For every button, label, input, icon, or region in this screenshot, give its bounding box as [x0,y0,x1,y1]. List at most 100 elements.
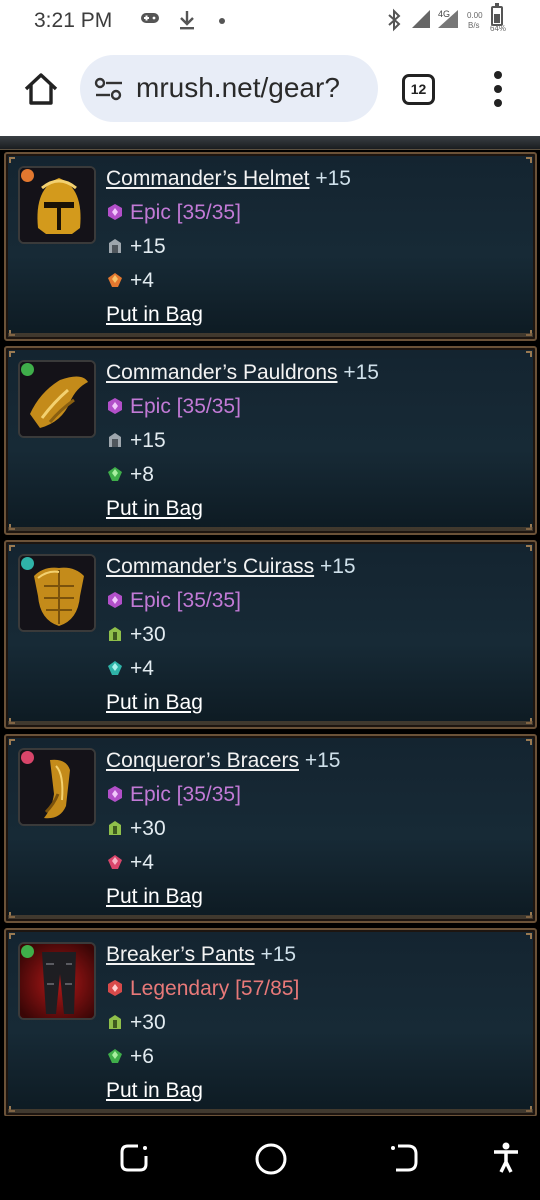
item-name-link[interactable]: Commander’s Cuirass [106,555,314,578]
speed-value: 0.00 [467,11,483,20]
tab-switcher-icon[interactable]: 12 [402,74,435,105]
pink-gem-icon [108,855,122,869]
rarity-text: Epic [35/35] [130,395,241,418]
bluetooth-icon [386,8,402,37]
item-stat: +15 [106,230,527,264]
green-gem-icon [108,1049,122,1063]
rarity-epic-icon [108,398,122,414]
network-type: 4G [438,9,451,19]
rarity-epic-icon [108,204,122,220]
gear-page: Commander’s Helmet +15 Epic [35/35] +15 … [0,136,540,1116]
put-in-bag-button[interactable]: Put in Bag [106,1079,203,1102]
item-title: Conqueror’s Bracers +15 [106,744,527,778]
orange-gem-icon [108,273,122,287]
rarity-epic-icon [108,786,122,802]
gem-badge-icon [21,751,34,764]
put-in-bag-button[interactable]: Put in Bag [106,303,203,326]
address-bar[interactable]: mrush.net/gear? [80,55,378,122]
green-gem-icon [108,467,122,481]
speed-unit: B/s [468,21,480,30]
status-bar: 3:21 PM 4G 0.00 B/s 64% [0,0,540,42]
item-level: +15 [343,361,379,384]
gear-card: Breaker’s Pants +15 Legendary [57/85] +3… [4,928,537,1116]
gear-card: Conqueror’s Bracers +15 Epic [35/35] +30… [4,734,537,923]
item-title: Breaker’s Pants +15 [106,938,527,972]
put-in-bag-link: Put in Bag [106,686,527,720]
golden-cuirass-icon[interactable] [18,554,96,632]
item-stat: +30 [106,812,527,846]
item-name-link[interactable]: Commander’s Helmet [106,167,309,190]
battery-icon [491,3,503,26]
put-in-bag-link: Put in Bag [106,298,527,332]
item-stat: +4 [106,846,527,880]
item-name-link[interactable]: Conqueror’s Bracers [106,749,299,772]
battery-level: 64% [490,24,507,33]
gamepad-icon [140,10,160,31]
item-stat: +15 [106,424,527,458]
signal-icon [410,8,432,35]
item-rarity: Epic [35/35] [106,390,527,424]
home-icon[interactable] [22,70,60,108]
home-circle-icon[interactable] [254,1142,288,1181]
rarity-text: Legendary [57/85] [130,977,300,1000]
put-in-bag-link: Put in Bag [106,1074,527,1108]
red-pants-icon[interactable] [18,942,96,1020]
site-settings-icon[interactable] [94,77,124,101]
golden-helmet-icon[interactable] [18,166,96,244]
put-in-bag-link: Put in Bag [106,492,527,526]
url-text[interactable]: mrush.net/gear? [136,72,372,104]
item-rarity: Epic [35/35] [106,196,527,230]
dot-icon [219,18,225,24]
health-icon [109,821,121,835]
armor-icon [109,239,121,253]
frame-top-edge [0,136,540,150]
item-name-link[interactable]: Commander’s Pauldrons [106,361,338,384]
gear-card: Commander’s Pauldrons +15 Epic [35/35] +… [4,346,537,535]
rarity-text: Epic [35/35] [130,589,241,612]
gear-card: Commander’s Helmet +15 Epic [35/35] +15 … [4,152,537,341]
put-in-bag-link: Put in Bag [106,880,527,914]
gem-badge-icon [21,557,34,570]
item-title: Commander’s Cuirass +15 [106,550,527,584]
status-time: 3:21 PM [34,9,113,32]
browser-toolbar: mrush.net/gear? 12 [0,42,540,136]
golden-pauldrons-icon[interactable] [18,360,96,438]
item-stat: +4 [106,264,527,298]
teal-gem-icon [108,661,122,675]
item-level: +15 [304,749,341,772]
armor-icon [109,433,121,447]
accessibility-icon[interactable] [492,1142,520,1179]
item-rarity: Epic [35/35] [106,778,527,812]
item-level: +15 [315,167,351,190]
item-stat: +30 [106,618,527,652]
item-rarity: Legendary [57/85] [106,972,527,1006]
rarity-text: Epic [35/35] [130,201,241,224]
rarity-epic-icon [108,592,122,608]
gear-card: Commander’s Cuirass +15 Epic [35/35] +30… [4,540,537,729]
health-icon [109,1015,121,1029]
back-icon[interactable] [388,1142,420,1179]
system-navigation-bar [0,1116,540,1200]
overflow-menu-icon[interactable] [488,69,508,109]
item-name-link[interactable]: Breaker’s Pants [106,943,255,966]
item-title: Commander’s Helmet +15 [106,162,527,196]
item-stat: +30 [106,1006,527,1040]
item-level: +15 [260,943,297,966]
download-icon [178,9,196,36]
put-in-bag-button[interactable]: Put in Bag [106,691,203,714]
tab-count: 12 [410,81,427,97]
gem-badge-icon [21,945,34,958]
put-in-bag-button[interactable]: Put in Bag [106,497,203,520]
item-title: Commander’s Pauldrons +15 [106,356,527,390]
golden-bracers-icon[interactable] [18,748,96,826]
item-stat: +4 [106,652,527,686]
recents-icon[interactable] [118,1142,150,1179]
item-level: +15 [319,555,356,578]
item-rarity: Epic [35/35] [106,584,527,618]
rarity-text: Epic [35/35] [130,783,241,806]
health-icon [109,627,121,641]
item-stat: +8 [106,458,527,492]
gem-badge-icon [21,363,34,376]
gem-badge-icon [21,169,34,182]
put-in-bag-button[interactable]: Put in Bag [106,885,203,908]
